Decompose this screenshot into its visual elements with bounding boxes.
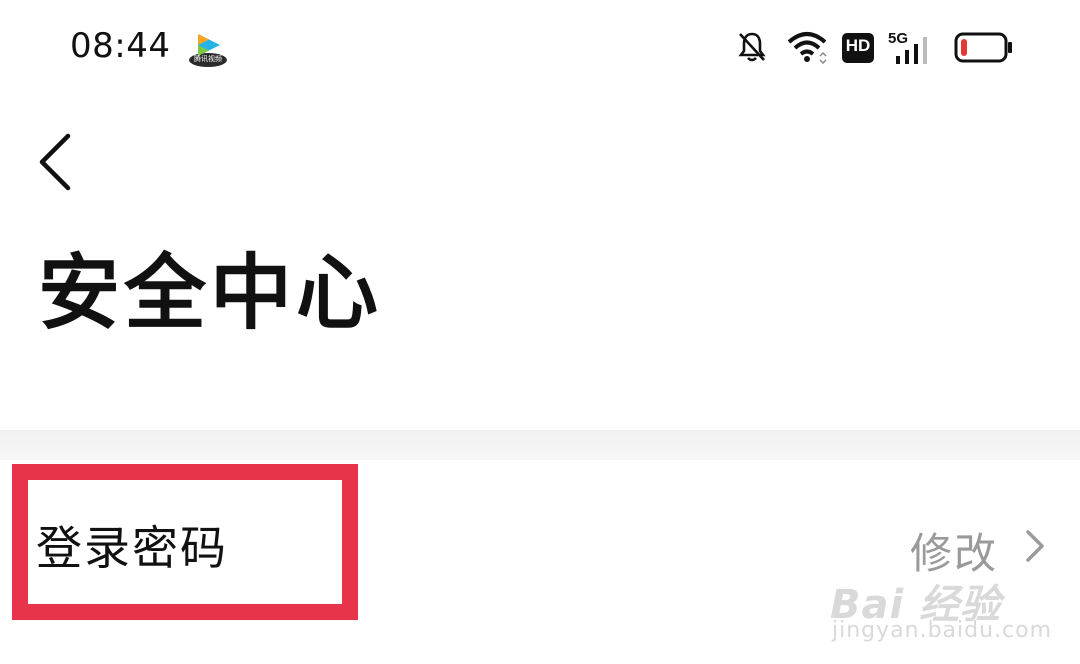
battery-low-icon [954,32,1012,63]
signal-5g-icon: 5G [888,30,932,66]
hd-label: HD [845,36,871,55]
status-icons: HD 5G [720,0,1080,96]
app-icon-label: 腾讯视频 [194,55,222,63]
back-button[interactable] [28,124,88,200]
baidu-watermark: Bai 经验 jingyan.baidu.com [830,572,1070,652]
section-divider [0,430,1080,460]
highlight-box [12,464,358,620]
status-bar: 08:44 腾讯视频 HD 5G [0,0,1080,96]
video-app-icon: 腾讯视频 [188,30,228,68]
chevron-left-icon [39,133,71,191]
status-time: 08:44 [70,26,171,66]
watermark-sub: jingyan.baidu.com [832,618,1053,643]
page-title: 安全中心 [38,246,383,341]
bell-muted-icon [738,32,766,62]
wifi-icon [787,32,827,64]
chevron-right-icon [1026,530,1044,562]
hd-icon: HD [842,33,874,63]
